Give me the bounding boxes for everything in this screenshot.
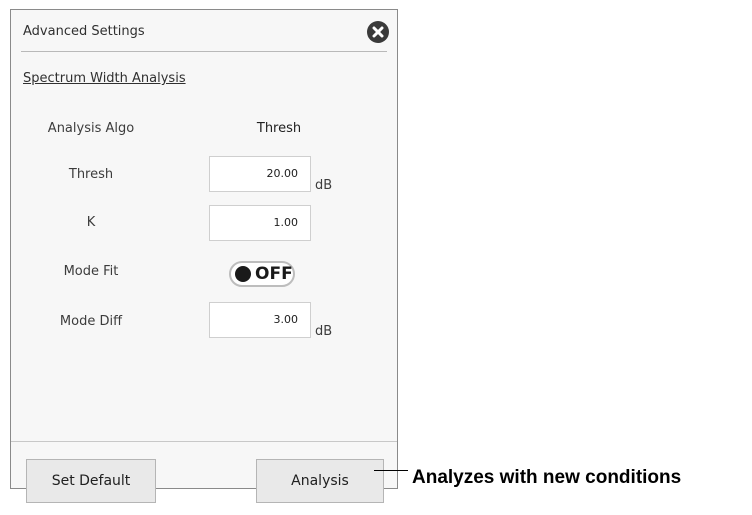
mode-fit-state: OFF — [255, 264, 293, 284]
k-label: K — [86, 215, 96, 230]
thresh-label: Thresh — [68, 167, 114, 182]
analysis-algo-value[interactable]: Thresh — [219, 121, 339, 136]
title-divider — [21, 51, 387, 52]
dialog-title: Advanced Settings — [23, 24, 145, 39]
callout-leader-line — [374, 470, 408, 471]
mode-fit-toggle[interactable]: OFF — [229, 261, 295, 287]
mode-diff-unit: dB — [315, 324, 333, 339]
callout-annotation: Analyzes with new conditions — [412, 467, 682, 488]
advanced-settings-dialog: Advanced Settings Spectrum Width Analysi… — [10, 9, 398, 503]
mode-fit-label: Mode Fit — [63, 264, 119, 279]
toggle-knob-icon — [235, 266, 251, 282]
footer-divider — [11, 441, 397, 442]
mode-diff-label: Mode Diff — [59, 314, 123, 329]
analysis-algo-label: Analysis Algo — [47, 121, 135, 136]
analysis-button[interactable]: Analysis — [256, 459, 384, 503]
k-input[interactable]: 1.00 — [209, 205, 311, 241]
set-default-button[interactable]: Set Default — [26, 459, 156, 503]
mode-diff-input[interactable]: 3.00 — [209, 302, 311, 338]
section-spectrum-width-analysis[interactable]: Spectrum Width Analysis — [23, 71, 186, 86]
thresh-input[interactable]: 20.00 — [209, 156, 311, 192]
close-icon[interactable] — [367, 21, 389, 43]
thresh-unit: dB — [315, 178, 333, 193]
